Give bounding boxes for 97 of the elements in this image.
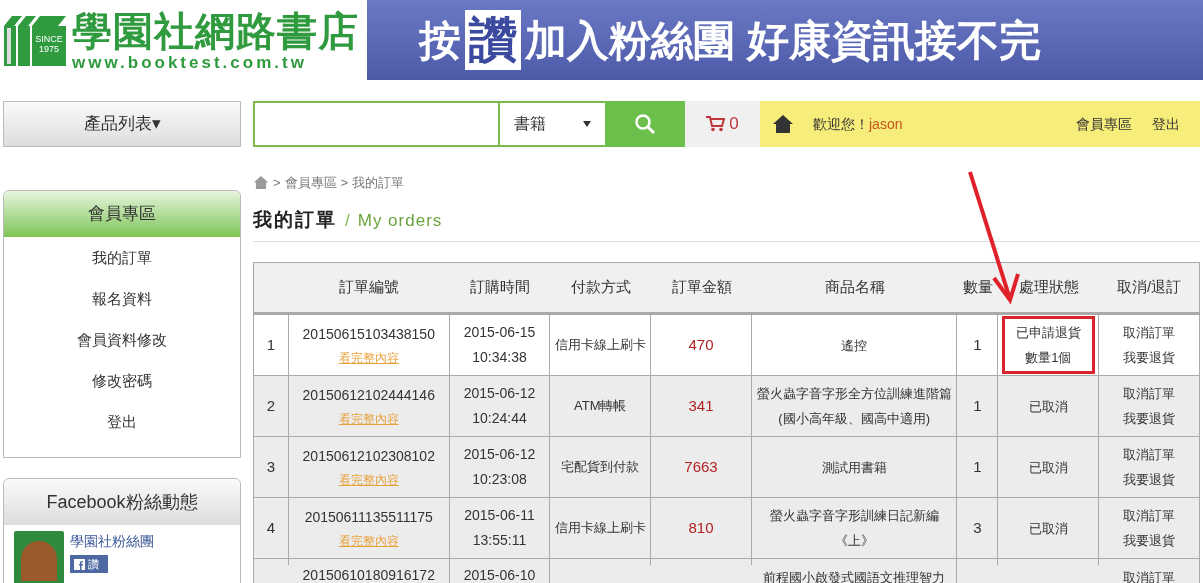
order-row[interactable]: 4 20150611135511175 看完整內容 2015-06-11 13:55:11 信用卡線上刷卡 810 螢火蟲字音字形訓練日記新編《上》 3 已取消 取消訂單 我要退貨 — [254, 498, 1199, 559]
order-status: 數量1個 — [1025, 349, 1072, 367]
home-icon[interactable] — [772, 114, 794, 134]
title-slash: / — [345, 209, 350, 232]
row-number: 2 — [266, 395, 276, 416]
column-header: 處理狀態 — [1017, 277, 1080, 298]
product-name: 螢火蟲字音字形全方位訓練進階篇(國小高年級、國高中適用) — [755, 385, 953, 428]
page-subtitle: My orders — [357, 209, 443, 232]
header-link[interactable]: 會員專區 — [1076, 113, 1132, 135]
order-amount: 341 — [688, 395, 714, 416]
order-action-link[interactable]: 取消訂單 — [1123, 565, 1176, 583]
banner-text: 加入粉絲團 好康資訊接不完 — [525, 15, 1041, 66]
header-link[interactable]: 登出 — [1152, 113, 1180, 135]
order-number: 20150615103438150 — [302, 324, 435, 344]
sidebar-item[interactable]: 報名資料 — [92, 287, 152, 328]
order-action-link[interactable]: 我要退貨 — [1123, 345, 1176, 370]
breadcrumb-separator: > — [340, 174, 349, 192]
owl-mascot-image — [14, 531, 64, 583]
payment-method: 宅配貨到付款 — [561, 458, 640, 477]
order-status: 已取消 — [1028, 397, 1068, 416]
order-time: 10:23:08 — [472, 470, 527, 489]
sidebar-item[interactable]: 我的訂單 — [92, 246, 152, 287]
user-link[interactable]: jason — [869, 113, 903, 135]
order-action-link[interactable]: 取消訂單 — [1123, 503, 1176, 528]
since-label: SINCE 1975 — [34, 34, 64, 54]
payment-method: 信用卡線上刷卡 — [554, 336, 646, 355]
order-row[interactable]: 1 20150615103438150 看完整內容 2015-06-15 10:34:38 信用卡線上刷卡 470 遙控 1 已申請退貨 數量1個 取消訂單 我要退貨 — [254, 315, 1199, 376]
order-row[interactable]: 3 20150612102308102 看完整內容 2015-06-12 10:23:08 宅配貨到付款 7663 測試用書籍 1 已取消 取消訂單 我要退貨 — [254, 437, 1199, 498]
sidebar-item[interactable]: 會員資料修改 — [77, 328, 167, 369]
column-header: 取消/退訂 — [1115, 277, 1183, 298]
caret-icon — [583, 121, 591, 127]
cart-icon — [706, 116, 727, 132]
store-name: 學園社網路書店 — [72, 8, 359, 54]
fan-page-link[interactable]: 學園社粉絲團 — [70, 531, 154, 552]
order-number: 20150611135511175 — [304, 507, 433, 527]
cart-button[interactable]: 0 — [685, 101, 760, 147]
product-name: 遙控 — [840, 336, 869, 355]
quantity: 1 — [973, 395, 982, 416]
product-menu-button[interactable]: 產品列表▾ — [3, 101, 241, 147]
order-amount: 470 — [688, 334, 714, 355]
product-name: 螢火蟲字音字形訓練日記新編《上》 — [768, 507, 940, 550]
facebook-icon — [74, 558, 85, 570]
column-header: 訂購時間 — [468, 277, 531, 298]
order-date: 2015-06-11 — [464, 506, 535, 525]
product-name: 測試用書籍 — [820, 458, 888, 477]
column-header: 數量 — [961, 277, 994, 298]
search-icon — [634, 113, 656, 135]
quantity: 1 — [973, 456, 982, 477]
order-number: 20150612102308102 — [302, 446, 435, 466]
order-status: 已申請退貨 — [1015, 324, 1081, 342]
quantity: 1 — [973, 334, 982, 355]
breadcrumb-link[interactable]: 我的訂單 — [352, 173, 405, 193]
banner-text: 按 — [419, 15, 461, 66]
order-date: 2015-06-10 — [463, 566, 536, 583]
order-status: 已取消 — [1028, 458, 1068, 477]
sidebar-item[interactable]: 修改密碼 — [92, 369, 152, 410]
promo-banner[interactable]: 按 讚 加入粉絲團 好康資訊接不完 — [367, 0, 1203, 80]
order-time: 10:24:44 — [472, 409, 527, 428]
order-action-link[interactable]: 我要退貨 — [1123, 406, 1176, 431]
payment-method: ATM轉帳 — [574, 397, 627, 416]
welcome-text: 歡迎您！ — [813, 114, 869, 134]
breadcrumb-separator: > — [273, 174, 281, 192]
page-title: 我的訂單 — [253, 207, 337, 232]
order-date: 2015-06-12 — [463, 384, 536, 403]
order-action-link[interactable]: 我要退貨 — [1123, 467, 1176, 492]
search-button[interactable] — [605, 101, 685, 147]
column-header: 商品名稱 — [823, 277, 886, 298]
sidebar-item[interactable]: 登出 — [107, 410, 137, 451]
quantity: 3 — [973, 517, 982, 538]
row-number: 1 — [266, 334, 276, 355]
order-action-link[interactable]: 取消訂單 — [1123, 381, 1176, 406]
column-header: 訂單編號 — [338, 277, 401, 298]
order-amount: 7663 — [684, 456, 718, 477]
like-stamp: 讚 — [465, 10, 521, 70]
breadcrumb-link[interactable]: 會員專區 — [284, 173, 337, 193]
order-date: 2015-06-12 — [463, 445, 536, 464]
order-time: 13:55:11 — [472, 531, 527, 550]
order-number: 20150612102444146 — [302, 385, 435, 405]
row-number: 4 — [266, 517, 276, 538]
order-action-link[interactable]: 取消訂單 — [1123, 442, 1176, 467]
order-row[interactable]: 2 20150612102444146 看完整內容 2015-06-12 10:24:44 ATM轉帳 341 螢火蟲字音字形全方位訓練進階篇(國小高年級、國高中適用) 1 已取消 取消訂單 我要退貨 — [254, 376, 1199, 437]
row-number: 3 — [266, 456, 276, 477]
order-date: 2015-06-15 — [463, 323, 536, 342]
order-time: 10:34:38 — [472, 348, 527, 367]
order-status: 已取消 — [1028, 519, 1068, 538]
sidebar-title: 會員專區 — [4, 191, 240, 237]
order-number: 20150610180916172 — [302, 566, 435, 583]
column-header: 付款方式 — [569, 277, 632, 298]
facebook-title: Facebook粉絲動態 — [4, 479, 240, 525]
payment-method: 信用卡線上刷卡 — [554, 519, 646, 538]
order-amount: 810 — [688, 517, 714, 538]
column-header: 訂單金額 — [670, 277, 733, 298]
store-url: www.booktest.com.tw — [72, 54, 308, 72]
order-action-link[interactable]: 我要退貨 — [1123, 528, 1176, 553]
search-field[interactable] — [253, 101, 500, 147]
order-action-link[interactable]: 取消訂單 — [1123, 320, 1176, 345]
facebook-like-button[interactable]: 讚 — [70, 555, 108, 573]
